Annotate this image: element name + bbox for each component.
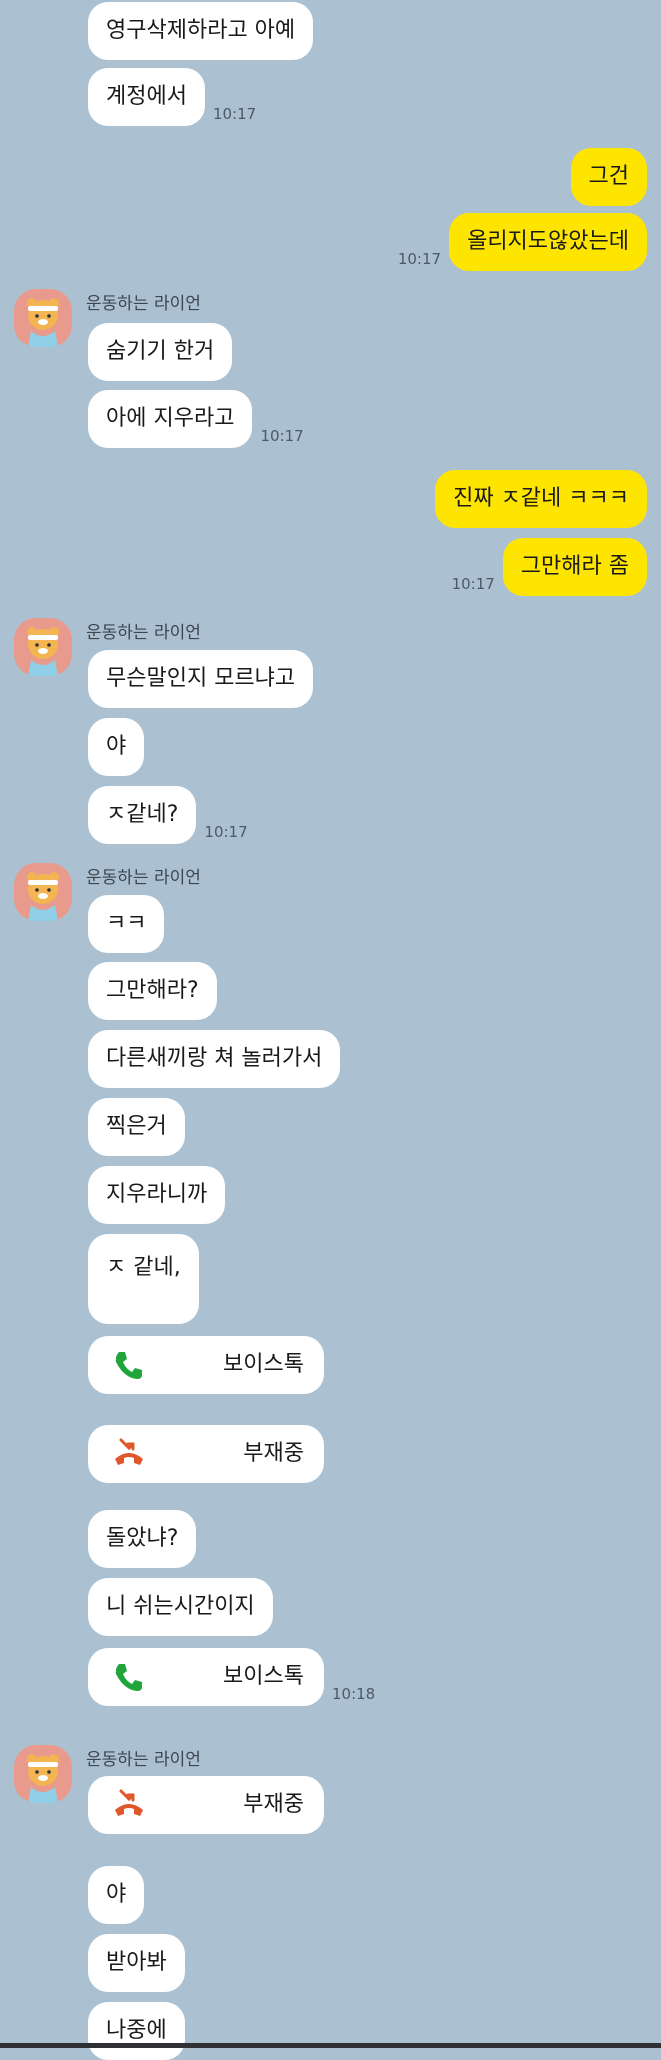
message-bubble: 야 — [88, 718, 145, 776]
sender-name: 운동하는 라이언 — [86, 294, 201, 314]
message-row: 지우라니까 — [88, 1166, 226, 1224]
message-time: 10:17 — [212, 105, 257, 123]
message-row: 돌았냐? — [88, 1510, 197, 1568]
message-bubble: 계정에서 — [88, 68, 205, 126]
voice-talk-call-bubble[interactable]: 보이스톡 — [88, 1648, 324, 1706]
missed-call-icon — [115, 1789, 143, 1816]
ryan-character-icon — [27, 627, 59, 676]
message-bubble: 돌았냐? — [88, 1510, 197, 1568]
message-row: 찍은거 — [88, 1098, 185, 1156]
message-row: 야 — [88, 1866, 145, 1924]
sender-name: 운동하는 라이언 — [86, 623, 201, 643]
message-row: 그만해라 좀 10:17 — [444, 538, 647, 596]
missed-call-bubble[interactable]: 부재중 — [88, 1776, 324, 1834]
message-bubble: 야 — [88, 1866, 145, 1924]
message-bubble: 찍은거 — [88, 1098, 185, 1156]
message-row: 무슨말인지 모르냐고 — [88, 650, 314, 708]
message-bubble: 그만해라 좀 — [502, 538, 647, 596]
message-bubble: ㅈ 같네, — [88, 1234, 199, 1324]
ryan-character-icon — [27, 298, 59, 347]
message-time: 10:17 — [260, 427, 304, 445]
ryan-character-icon — [27, 1754, 59, 1803]
voice-talk-call-bubble[interactable]: 보이스톡 — [88, 1336, 324, 1394]
message-row: 받아봐 — [88, 1934, 185, 1992]
message-row: 니 쉬는시간이지 — [88, 1578, 273, 1636]
message-row: 나중에 — [88, 2002, 185, 2060]
message-row: 야 — [88, 718, 145, 776]
message-time: 10:18 — [332, 1685, 376, 1703]
message-bubble: 진짜 ㅈ같네 ㅋㅋㅋ — [435, 470, 647, 528]
message-time: 10:17 — [451, 575, 495, 593]
missed-call-icon — [115, 1438, 143, 1465]
message-row: 부재중 — [88, 1776, 324, 1834]
message-row: 영구삭제하라고 아예 — [88, 2, 314, 60]
message-row: 다른새끼랑 쳐 놀러가서 — [88, 1030, 341, 1088]
message-row: 보이스톡 10:18 — [88, 1648, 383, 1706]
message-bubble: ㅋㅋ — [88, 895, 165, 953]
avatar[interactable] — [14, 289, 72, 347]
message-bubble: ㅈ같네? — [88, 786, 197, 844]
message-bubble: 니 쉬는시간이지 — [88, 1578, 273, 1636]
message-bubble: 다른새끼랑 쳐 놀러가서 — [88, 1030, 341, 1088]
message-bubble: 받아봐 — [88, 1934, 185, 1992]
message-bubble: 무슨말인지 모르냐고 — [88, 650, 314, 708]
message-row: 올리지도않았는데 10:17 — [390, 213, 647, 271]
chat-message-list[interactable]: 영구삭제하라고 아예 계정에서 10:17 그건 올리지도않았는데 10:17 … — [0, 0, 661, 2060]
avatar[interactable] — [14, 618, 72, 676]
message-row: 부재중 — [88, 1425, 324, 1483]
message-time: 10:17 — [204, 823, 248, 841]
call-label: 부재중 — [243, 1441, 304, 1466]
message-time: 10:17 — [397, 250, 442, 268]
message-bubble: 나중에 — [88, 2002, 185, 2060]
call-label: 부재중 — [243, 1792, 304, 1817]
phone-call-icon — [115, 1664, 142, 1691]
call-label: 보이스톡 — [223, 1664, 304, 1689]
message-bubble: 영구삭제하라고 아예 — [88, 2, 314, 60]
missed-call-bubble[interactable]: 부재중 — [88, 1425, 324, 1483]
message-row: 아에 지우라고 10:17 — [88, 390, 312, 448]
call-label: 보이스톡 — [223, 1352, 304, 1377]
sender-name: 운동하는 라이언 — [86, 1750, 201, 1770]
bottom-edge-bar — [0, 2043, 661, 2048]
message-row: 그건 — [570, 148, 647, 206]
message-row: 계정에서 10:17 — [88, 68, 264, 126]
message-row: ㅋㅋ — [88, 895, 165, 953]
message-row: ㅈ 같네, — [88, 1234, 199, 1324]
message-bubble: 올리지도않았는데 — [449, 213, 647, 271]
avatar[interactable] — [14, 863, 72, 921]
message-row: ㅈ같네? 10:17 — [88, 786, 256, 844]
message-bubble: 그만해라? — [88, 962, 217, 1020]
message-bubble: 지우라니까 — [88, 1166, 226, 1224]
avatar[interactable] — [14, 1745, 72, 1803]
message-row: 그만해라? — [88, 962, 217, 1020]
message-bubble: 아에 지우라고 — [88, 390, 253, 448]
message-row: 진짜 ㅈ같네 ㅋㅋㅋ — [435, 470, 647, 528]
message-row: 숨기기 한거 — [88, 323, 233, 381]
phone-call-icon — [115, 1352, 142, 1379]
message-row: 보이스톡 — [88, 1336, 324, 1394]
message-bubble: 그건 — [570, 148, 647, 206]
message-bubble: 숨기기 한거 — [88, 323, 233, 381]
ryan-character-icon — [27, 872, 59, 921]
sender-name: 운동하는 라이언 — [86, 868, 201, 888]
